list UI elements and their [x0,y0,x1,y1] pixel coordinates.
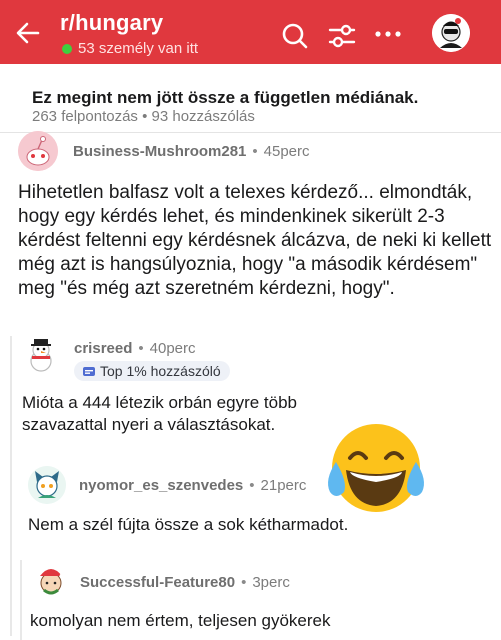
avatar[interactable] [18,131,58,171]
comment-username[interactable]: Successful-Feature80 • 3perc [80,574,290,591]
comment-body: Mióta a 444 létezik orbán egyre több sza… [22,393,298,434]
avatar[interactable] [28,466,66,504]
back-arrow-icon[interactable] [14,19,42,47]
tears-of-joy-emoji-icon [328,424,424,512]
thread-line [20,560,22,640]
subreddit-name[interactable]: r/hungary [60,10,163,36]
subreddit-header: r/hungary 53 személy van itt [0,0,501,64]
online-count-label: 53 személy van itt [78,40,199,57]
divider [0,132,501,133]
more-icon[interactable] [374,27,402,41]
comment-body: Hihetetlen balfasz volt a telexes kérdez… [18,182,492,299]
online-count: 53 személy van itt [62,40,198,57]
comment-body: komolyan nem értem, teljesen gyökerek [30,611,331,630]
comment-username[interactable]: crisreed • 40perc [74,340,196,357]
thread-line [10,336,12,636]
comment-body: Nem a szél fújta össze a sok kétharmadot… [28,515,349,534]
filter-icon[interactable] [328,22,356,50]
search-icon[interactable] [281,22,309,50]
post-meta: 263 felpontozás • 93 hozzászólás [32,108,255,125]
flair-icon [83,367,95,376]
comment-username[interactable]: Business-Mushroom281 • 45perc [73,143,310,160]
comment-username[interactable]: nyomor_es_szenvedes • 21perc [79,477,306,494]
online-dot-icon [62,43,72,54]
user-avatar[interactable] [432,14,470,52]
avatar[interactable] [32,562,70,600]
user-flair: Top 1% hozzászóló [74,361,230,381]
avatar[interactable] [22,336,60,374]
post-title[interactable]: Ez megint nem jött össze a független méd… [32,88,418,108]
